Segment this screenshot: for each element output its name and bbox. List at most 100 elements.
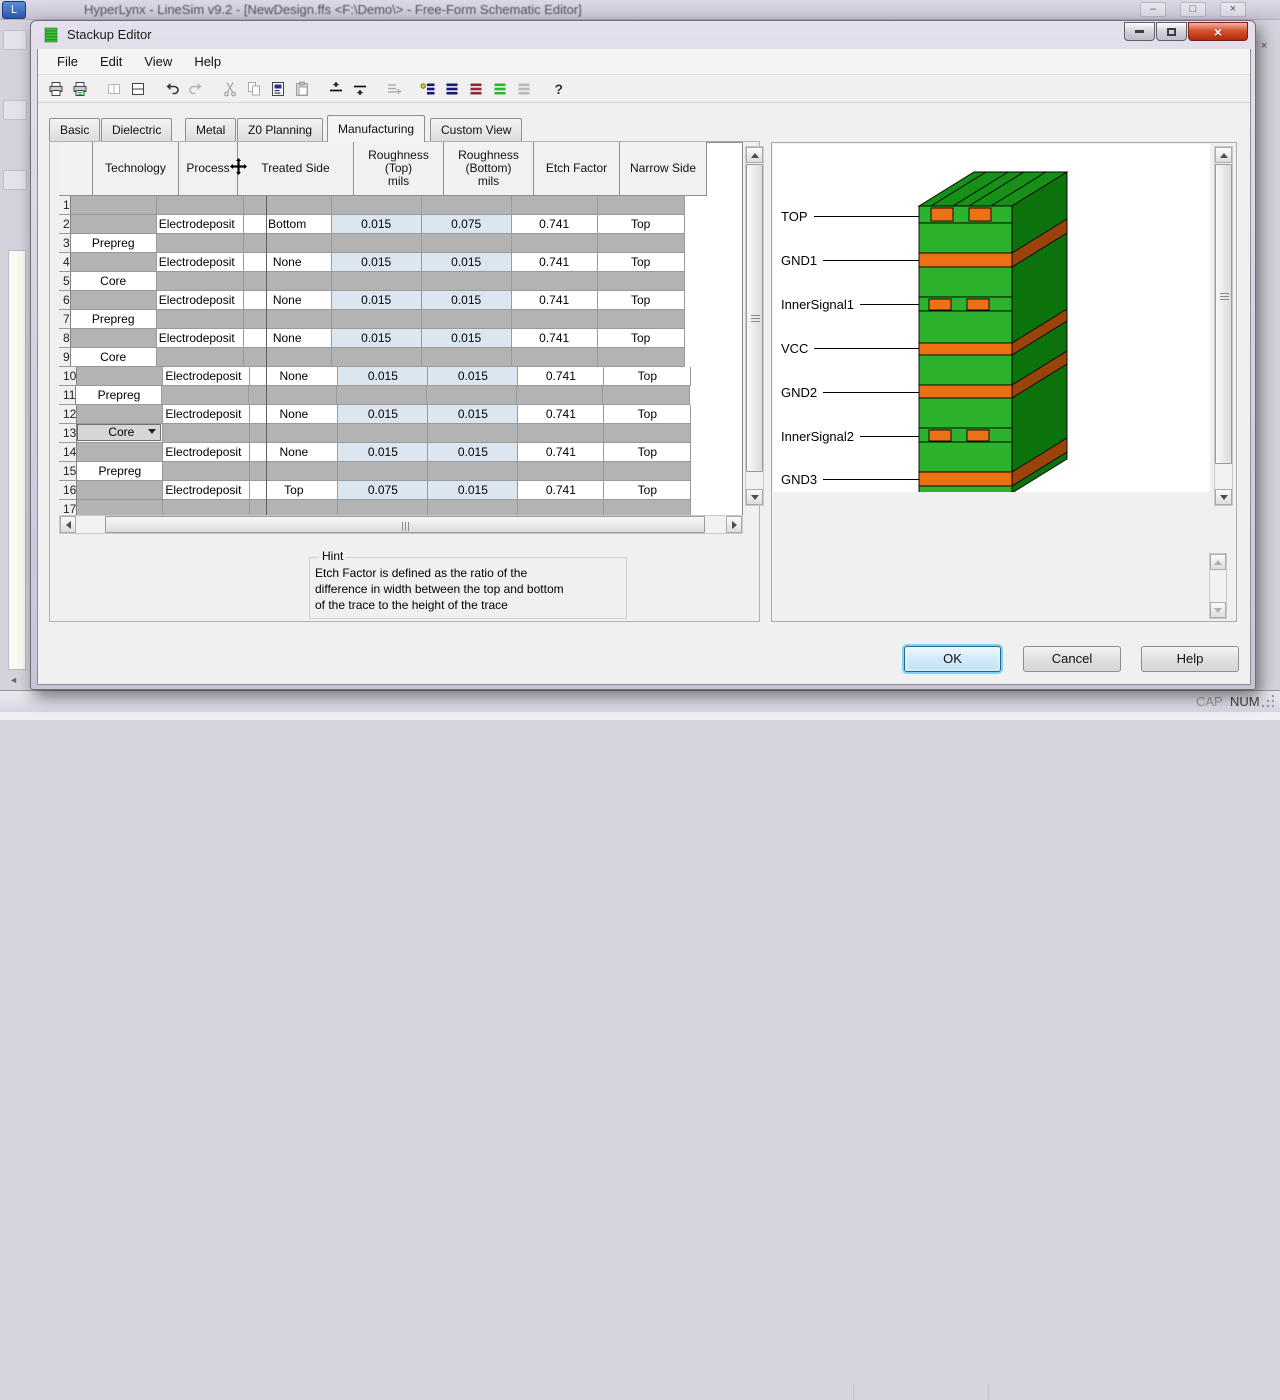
row-header[interactable]: 12 — [59, 405, 77, 424]
roughness-bottom-cell[interactable]: 0.015 — [428, 405, 518, 424]
close-button[interactable]: × — [1188, 22, 1248, 41]
row-header[interactable]: 3 — [59, 234, 71, 253]
menu-item-edit[interactable]: Edit — [89, 51, 133, 72]
technology-cell[interactable]: Prepreg — [71, 234, 157, 253]
scroll-left-icon[interactable] — [60, 516, 76, 533]
tab-metal[interactable]: Metal — [185, 118, 236, 141]
treated-side-cell[interactable]: None — [250, 367, 338, 386]
etch-factor-cell[interactable]: 0.741 — [518, 367, 604, 386]
row-header[interactable]: 15 — [59, 462, 77, 481]
treated-side-cell[interactable]: None — [244, 291, 332, 310]
etch-factor-cell[interactable]: 0.741 — [512, 253, 598, 272]
split-horizontal-icon[interactable] — [126, 78, 150, 100]
narrow-side-cell[interactable]: Top — [598, 329, 685, 348]
etch-factor-cell[interactable]: 0.741 — [512, 215, 598, 234]
scroll-down-icon[interactable] — [746, 489, 763, 505]
row-header[interactable]: 5 — [59, 272, 71, 291]
bg-close-button[interactable]: × — [1220, 2, 1246, 17]
roughness-bottom-cell[interactable]: 0.015 — [422, 291, 512, 310]
row-header[interactable]: 8 — [59, 329, 71, 348]
undo-icon[interactable] — [160, 78, 184, 100]
metal-usage-icon[interactable] — [416, 78, 440, 100]
grid-horizontal-scrollbar[interactable] — [59, 515, 743, 534]
tab-manufacturing[interactable]: Manufacturing — [327, 115, 425, 142]
roughness-bottom-cell[interactable]: 0.015 — [428, 443, 518, 462]
process-cell[interactable]: Electrodeposit — [163, 405, 250, 424]
technology-cell[interactable]: Prepreg — [77, 462, 163, 481]
narrow-side-cell[interactable]: Top — [604, 481, 691, 500]
row-header[interactable]: 1 — [59, 196, 71, 215]
signal-layers-icon[interactable] — [488, 78, 512, 100]
etch-factor-cell[interactable]: 0.741 — [518, 481, 604, 500]
roughness-top-cell[interactable]: 0.015 — [338, 443, 428, 462]
process-cell[interactable]: Electrodeposit — [157, 291, 244, 310]
column-header-treated-side[interactable]: Treated Side — [238, 142, 354, 196]
grid-vertical-scrollbar[interactable] — [745, 146, 764, 506]
process-cell[interactable]: Electrodeposit — [157, 215, 244, 234]
window-resize-grip[interactable] — [1260, 695, 1274, 709]
menu-item-view[interactable]: View — [133, 51, 183, 72]
treated-side-cell[interactable]: None — [244, 253, 332, 272]
roughness-top-cell[interactable]: 0.015 — [332, 291, 422, 310]
roughness-bottom-cell[interactable]: 0.015 — [428, 367, 518, 386]
tab-custom-view[interactable]: Custom View — [430, 118, 522, 141]
etch-factor-cell[interactable]: 0.741 — [518, 443, 604, 462]
tab-basic[interactable]: Basic — [49, 118, 100, 141]
roughness-bottom-cell[interactable]: 0.015 — [422, 253, 512, 272]
narrow-side-cell[interactable]: Top — [598, 253, 685, 272]
tab-dielectric[interactable]: Dielectric — [101, 118, 172, 141]
row-header[interactable]: 13 — [59, 424, 77, 443]
help-button[interactable]: Help — [1141, 646, 1239, 672]
column-header-roughness[interactable]: Roughness (Top) mils — [354, 142, 444, 196]
treated-side-cell[interactable]: None — [244, 329, 332, 348]
treated-side-cell[interactable]: None — [250, 443, 338, 462]
roughness-top-cell[interactable]: 0.015 — [338, 367, 428, 386]
preview-vertical-scrollbar[interactable] — [1214, 146, 1233, 506]
roughness-top-cell[interactable]: 0.015 — [332, 215, 422, 234]
process-cell[interactable]: Electrodeposit — [157, 329, 244, 348]
tab-z0-planning[interactable]: Z0 Planning — [237, 118, 323, 141]
row-header[interactable]: 9 — [59, 348, 71, 367]
scrollbar-thumb[interactable] — [105, 516, 705, 533]
minimize-button[interactable] — [1124, 22, 1155, 41]
roughness-bottom-cell[interactable]: 0.015 — [428, 481, 518, 500]
scroll-up-icon[interactable] — [1215, 147, 1232, 163]
ok-button[interactable]: OK — [904, 646, 1001, 672]
dielectric-layers-icon[interactable] — [464, 78, 488, 100]
roughness-top-cell[interactable]: 0.015 — [338, 405, 428, 424]
row-header[interactable]: 2 — [59, 215, 71, 234]
technology-dropdown[interactable]: Core — [77, 424, 161, 441]
technology-cell[interactable]: Core — [77, 424, 163, 443]
paste-special-icon[interactable] — [266, 78, 290, 100]
row-header[interactable]: 11 — [59, 386, 76, 405]
roughness-top-cell[interactable]: 0.075 — [338, 481, 428, 500]
process-cell[interactable]: Electrodeposit — [163, 367, 250, 386]
roughness-bottom-cell[interactable]: 0.075 — [422, 215, 512, 234]
row-header[interactable]: 4 — [59, 253, 71, 272]
technology-cell[interactable]: Prepreg — [76, 386, 162, 405]
menu-item-help[interactable]: Help — [183, 51, 232, 72]
column-header-technology[interactable]: Technology — [93, 142, 179, 196]
technology-cell[interactable]: Core — [71, 272, 157, 291]
print-icon[interactable] — [44, 78, 68, 100]
column-header-corner[interactable] — [59, 142, 93, 196]
row-header[interactable]: 17 — [59, 500, 77, 515]
narrow-side-cell[interactable]: Top — [604, 443, 691, 462]
roughness-top-cell[interactable]: 0.015 — [332, 329, 422, 348]
treated-side-cell[interactable]: Bottom — [244, 215, 332, 234]
metal-layers-icon[interactable] — [440, 78, 464, 100]
process-cell[interactable]: Electrodeposit — [163, 443, 250, 462]
maximize-button[interactable] — [1156, 22, 1187, 41]
process-cell[interactable]: Electrodeposit — [157, 253, 244, 272]
scroll-up-icon[interactable] — [1210, 554, 1226, 570]
treated-side-cell[interactable]: None — [250, 405, 338, 424]
technology-cell[interactable]: Core — [71, 348, 157, 367]
etch-factor-cell[interactable]: 0.741 — [512, 329, 598, 348]
scroll-down-icon[interactable] — [1210, 602, 1226, 618]
scrollbar-thumb[interactable] — [746, 164, 763, 472]
narrow-side-cell[interactable]: Top — [598, 215, 685, 234]
menu-item-file[interactable]: File — [46, 51, 89, 72]
bg-minimize-button[interactable]: – — [1140, 2, 1166, 17]
bg-maximize-button[interactable]: □ — [1180, 2, 1206, 17]
errors-vertical-scrollbar[interactable] — [1209, 553, 1227, 619]
